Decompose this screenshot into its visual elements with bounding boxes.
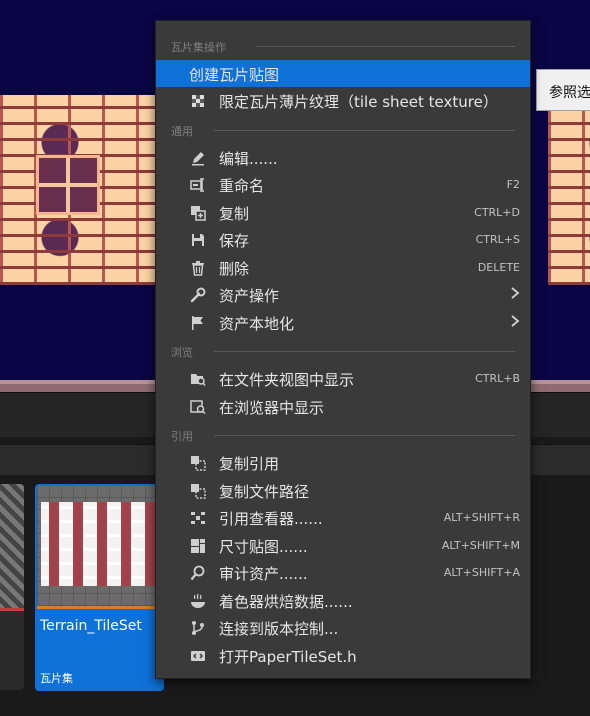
menu-item-label: 连接到版本控制... — [219, 620, 339, 638]
section-label: 浏览 — [171, 346, 193, 359]
size-map-icon — [191, 539, 205, 553]
rename-icon — [190, 178, 204, 192]
asset-type-color-bar — [0, 608, 24, 611]
menu-item-shortcut: ALT+SHIFT+A — [443, 566, 520, 579]
menu-item-show-in-folder[interactable]: 在文件夹视图中显示 CTRL+B — [156, 365, 530, 392]
shader-cook-icon — [191, 593, 205, 608]
menu-item-label: 打开PaperTileSet.h — [219, 648, 357, 666]
section-divider — [214, 351, 515, 352]
menu-item-shortcut: DELETE — [477, 261, 520, 274]
context-menu: 瓦片集操作 创建瓦片贴图 限定瓦片薄片纹理（tile sheet texture… — [155, 20, 531, 679]
menu-item-label: 限定瓦片薄片纹理（tile sheet texture） — [219, 93, 498, 111]
tileset-preview-right — [548, 95, 590, 285]
trash-icon — [192, 261, 204, 276]
menu-section-header: 引用 — [156, 423, 530, 447]
menu-item-audit-assets[interactable]: 审计资产...... ALT+SHIFT+A — [156, 559, 530, 586]
menu-item-rename[interactable]: 重命名 F2 — [156, 171, 530, 198]
menu-item-duplicate[interactable]: 复制 CTRL+D — [156, 199, 530, 226]
menu-item-label: 保存 — [219, 232, 250, 250]
menu-item-save[interactable]: 保存 CTRL+S — [156, 226, 530, 253]
wrench-icon — [190, 287, 206, 303]
menu-item-reference-viewer[interactable]: 引用查看器...... ALT+SHIFT+R — [156, 504, 530, 531]
section-label: 瓦片集操作 — [171, 41, 226, 54]
folder-search-icon — [191, 374, 206, 386]
menu-item-label: 重命名 — [219, 177, 265, 195]
menu-section-header: 通用 — [156, 118, 530, 142]
reference-viewer-icon — [191, 512, 205, 524]
menu-item-label: 审计资产...... — [219, 565, 308, 583]
tileset-preview-left — [0, 95, 155, 285]
menu-item-label: 复制引用 — [219, 455, 280, 473]
menu-item-label: 在文件夹视图中显示 — [219, 371, 355, 389]
menu-item-label: 在浏览器中显示 — [219, 399, 325, 417]
menu-item-limit-tile-sheet[interactable]: 限定瓦片薄片纹理（tile sheet texture） — [156, 87, 530, 114]
menu-item-shortcut: CTRL+S — [475, 233, 520, 246]
section-divider — [214, 130, 515, 131]
menu-item-label: 尺寸贴图...... — [219, 538, 308, 556]
section-label: 引用 — [171, 430, 193, 443]
tile-sheet-preview — [41, 502, 158, 586]
menu-item-label: 着色器烘焙数据...... — [219, 593, 353, 611]
menu-item-label: 资产本地化 — [219, 315, 295, 333]
flag-icon — [192, 316, 203, 330]
browser-search-icon — [190, 400, 206, 415]
pencil-icon — [192, 152, 204, 166]
menu-item-label: 复制 — [219, 205, 250, 223]
chevron-right-icon — [511, 315, 520, 327]
menu-item-shortcut: CTRL+D — [474, 206, 520, 219]
asset-thumbnail — [37, 486, 162, 607]
menu-item-copy-file-path[interactable]: 复制文件路径 — [156, 477, 530, 504]
duplicate-icon — [191, 206, 206, 221]
menu-item-size-map[interactable]: 尺寸贴图...... ALT+SHIFT+M — [156, 532, 530, 559]
section-divider — [214, 435, 515, 436]
menu-item-shortcut: ALT+SHIFT+M — [441, 539, 520, 552]
asset-type-color-bar — [37, 606, 162, 609]
copy-reference-icon — [191, 456, 206, 471]
menu-item-source-control[interactable]: 连接到版本控制... — [156, 614, 530, 641]
menu-item-shortcut: ALT+SHIFT+R — [443, 511, 520, 524]
source-control-icon — [192, 621, 204, 635]
asset-tile-selected[interactable]: Terrain_TileSet 瓦片集 — [35, 484, 164, 691]
menu-item-asset-localization[interactable]: 资产本地化 — [156, 309, 530, 336]
asset-tile-previous[interactable] — [0, 484, 24, 690]
menu-item-edit[interactable]: 编辑...... — [156, 144, 530, 171]
menu-item-create-tilemap[interactable]: 创建瓦片贴图 — [156, 60, 530, 87]
checker-icon — [192, 95, 204, 107]
menu-item-shortcut: F2 — [506, 178, 520, 191]
section-label: 通用 — [171, 125, 193, 138]
asset-thumbnail — [0, 484, 24, 610]
menu-item-shortcut: CTRL+B — [475, 372, 520, 385]
menu-item-delete[interactable]: 删除 DELETE — [156, 254, 530, 281]
section-divider — [256, 46, 515, 47]
menu-item-open-header[interactable]: 打开PaperTileSet.h — [156, 642, 530, 669]
menu-item-label: 复制文件路径 — [219, 483, 310, 501]
tooltip: 参照选 — [536, 69, 590, 111]
menu-item-label: 资产操作 — [219, 287, 280, 305]
menu-item-label: 删除 — [219, 260, 250, 278]
asset-type-label: 瓦片集 — [40, 672, 73, 685]
audit-icon — [190, 565, 205, 581]
copy-path-icon — [191, 484, 206, 499]
tooltip-text: 参照选 — [549, 85, 590, 101]
cpp-header-icon — [191, 651, 205, 661]
menu-item-shader-cook[interactable]: 着色器烘焙数据...... — [156, 587, 530, 614]
menu-section-header: 瓦片集操作 — [156, 34, 530, 58]
menu-item-label: 编辑...... — [219, 150, 278, 168]
chevron-right-icon — [511, 287, 520, 299]
menu-item-copy-reference[interactable]: 复制引用 — [156, 449, 530, 476]
save-icon — [192, 234, 204, 246]
menu-section-header: 浏览 — [156, 339, 530, 363]
menu-item-label: 创建瓦片贴图 — [189, 66, 280, 84]
menu-item-asset-actions[interactable]: 资产操作 — [156, 281, 530, 308]
menu-item-show-in-browser[interactable]: 在浏览器中显示 — [156, 393, 530, 420]
window-tile — [36, 155, 100, 215]
asset-name: Terrain_TileSet — [40, 618, 142, 634]
menu-item-label: 引用查看器...... — [219, 510, 323, 528]
